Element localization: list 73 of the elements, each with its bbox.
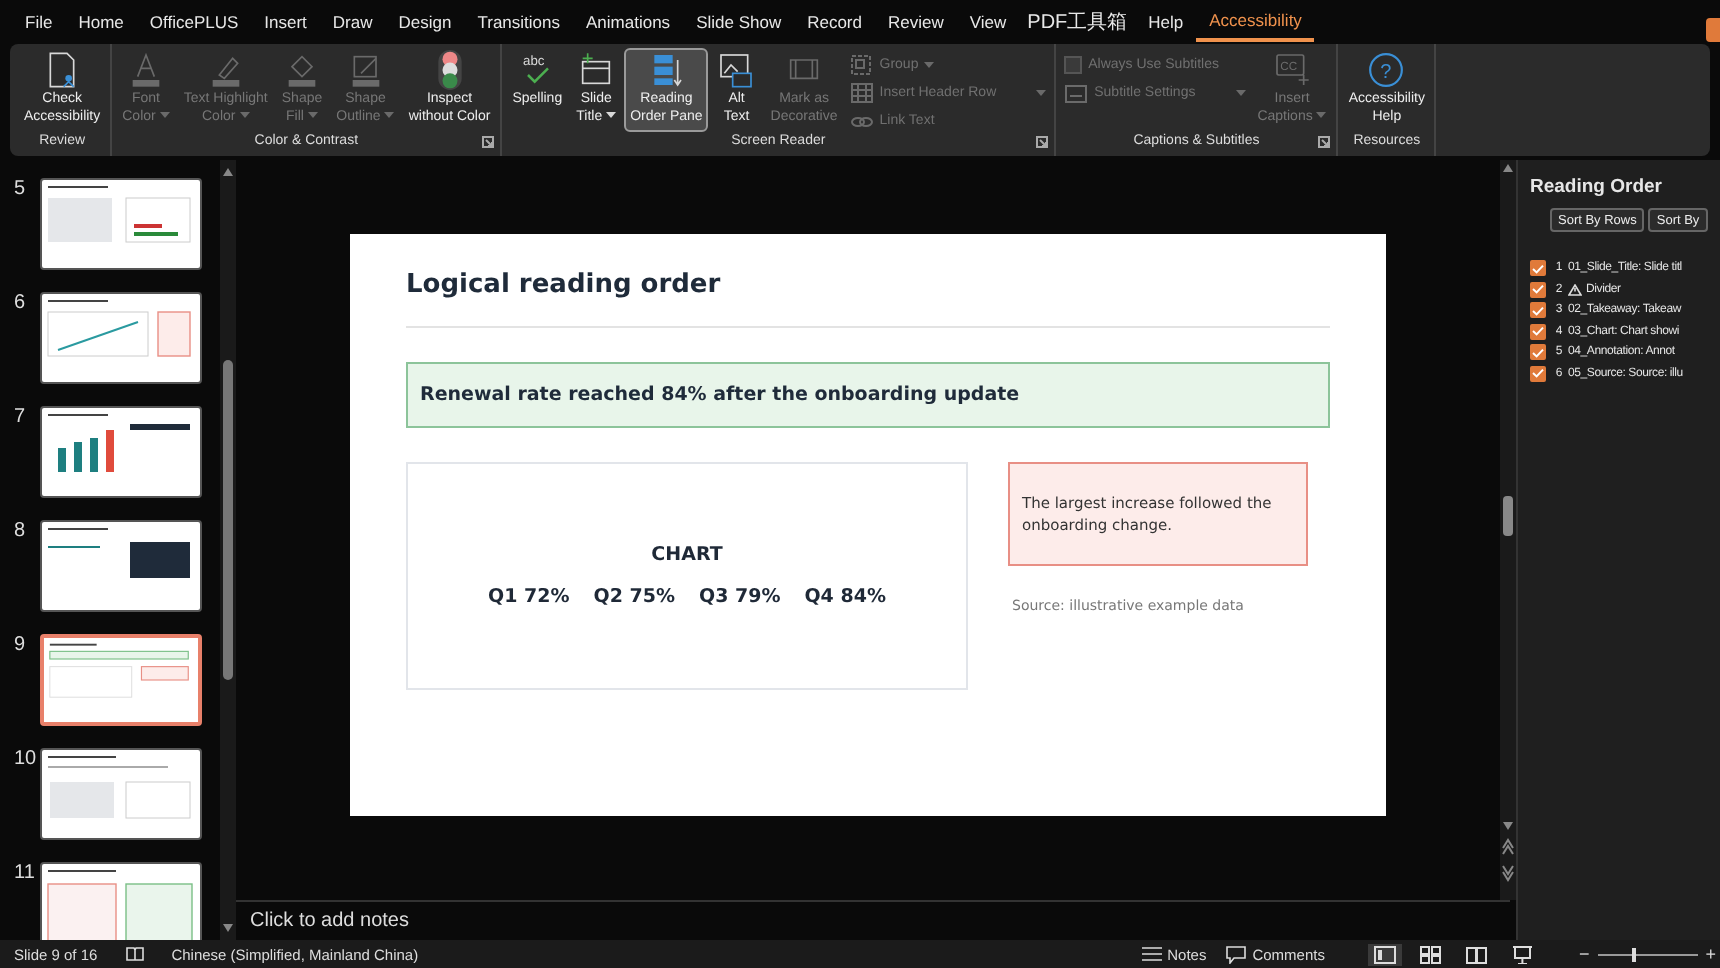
- book-icon: [1466, 945, 1489, 963]
- caret-icon: [924, 61, 935, 67]
- slide-thumbnail[interactable]: [40, 862, 202, 940]
- slide-number: 7: [14, 406, 28, 432]
- zoom-out-button[interactable]: −: [1574, 944, 1594, 964]
- grid-view-icon: [1420, 945, 1443, 963]
- group-icon: [849, 53, 874, 75]
- checkbox[interactable]: [1530, 302, 1546, 318]
- image-text-icon: [716, 50, 757, 90]
- slide-thumbnail[interactable]: [40, 520, 202, 612]
- menu-tab[interactable]: Transitions: [464, 2, 573, 42]
- notes-field[interactable]: Click to add notes: [250, 910, 850, 932]
- table-icon: [849, 81, 874, 103]
- checkbox[interactable]: [1530, 260, 1546, 276]
- menu-tab[interactable]: OfficePLUS: [136, 2, 252, 42]
- presentation-icon: [1512, 945, 1535, 963]
- chart-heading: CHART: [651, 544, 723, 566]
- book-icon[interactable]: [125, 946, 144, 962]
- checkbox[interactable]: [1530, 323, 1546, 339]
- slide-number: 6: [14, 292, 28, 318]
- menu-tab[interactable]: Design: [385, 2, 465, 42]
- caret-icon: [1316, 111, 1327, 117]
- caret-icon: [307, 111, 318, 117]
- menu-tab[interactable]: Insert: [251, 2, 320, 42]
- checkbox-icon: [1064, 55, 1083, 73]
- checkbox[interactable]: [1530, 365, 1546, 381]
- caret-icon: [1036, 89, 1047, 95]
- slide-thumbnail[interactable]: [40, 748, 202, 840]
- menu-tab[interactable]: Animations: [573, 2, 684, 42]
- scroll-bar[interactable]: [220, 160, 236, 940]
- notes-icon: [1141, 946, 1162, 962]
- menu-tab[interactable]: File: [12, 2, 66, 42]
- takeaway-callout: Renewal rate reached 84% after the onboarding update: [406, 362, 1330, 428]
- normal-view-icon: [1374, 945, 1397, 963]
- scroll-bar[interactable]: [1500, 160, 1516, 900]
- slide-thumbnail[interactable]: [40, 292, 202, 384]
- chart-value: Q3 79%: [699, 586, 781, 608]
- slider-thumb[interactable]: [1632, 947, 1637, 961]
- caret-icon: [239, 111, 250, 117]
- slide-title: Logical reading order: [406, 270, 723, 302]
- slide-number: 9: [14, 634, 28, 660]
- menu-tab[interactable]: Help: [1135, 2, 1197, 42]
- slide-number: 8: [14, 520, 28, 546]
- dialog-launcher-icon[interactable]: [482, 136, 495, 148]
- dialog-launcher-icon[interactable]: [1318, 136, 1331, 148]
- chart-value: Q4 84%: [804, 586, 886, 608]
- view-button[interactable]: [1368, 943, 1403, 965]
- menu-tab[interactable]: Record: [794, 2, 875, 42]
- subtitle-icon: [1064, 81, 1089, 103]
- menu-tab[interactable]: Review: [875, 2, 957, 42]
- menu-tab[interactable]: View: [956, 2, 1020, 42]
- dialog-launcher-icon[interactable]: [1036, 136, 1049, 148]
- pane-title: Reading Order: [1530, 176, 1664, 198]
- caret-icon: [159, 111, 170, 117]
- chart-value: Q2 75%: [593, 586, 675, 608]
- menu-tab[interactable]: Home: [65, 2, 137, 42]
- slide-thumbnail[interactable]: [40, 634, 202, 726]
- menu-tab[interactable]: Slide Show: [683, 2, 795, 42]
- slide-thumbnail[interactable]: [40, 178, 202, 270]
- comment-icon: [1226, 945, 1247, 963]
- menu-tab[interactable]: Draw: [319, 2, 386, 42]
- checkbox[interactable]: [1530, 281, 1546, 297]
- caret-icon: [384, 111, 395, 117]
- slide-number: 5: [14, 178, 28, 204]
- caret-icon: [1235, 89, 1246, 95]
- zoom-in-button[interactable]: +: [1701, 944, 1720, 964]
- chart-value: Q1 72%: [488, 586, 570, 608]
- menu-tab[interactable]: PDF工具箱: [1019, 2, 1136, 42]
- checkbox[interactable]: [1530, 344, 1546, 360]
- caret-icon: [606, 111, 617, 117]
- warning-icon: [1568, 283, 1582, 295]
- slide-thumbnail[interactable]: [40, 406, 202, 498]
- help-icon: ?: [1366, 50, 1407, 90]
